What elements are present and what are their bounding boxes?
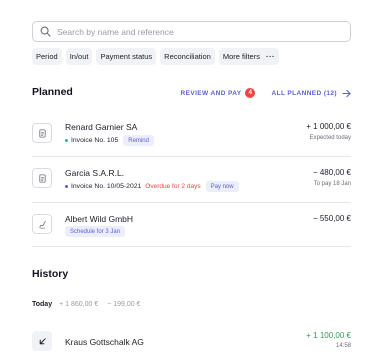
filter-label: Payment status bbox=[100, 52, 153, 61]
arrow-down-left-icon bbox=[39, 337, 46, 344]
pay-now-button[interactable]: Pay now bbox=[205, 181, 239, 192]
due-info: To pay 18 Jan bbox=[313, 181, 351, 187]
amount: − 480,00 € bbox=[312, 168, 351, 177]
transaction-amount: + 1 100,00 € bbox=[306, 331, 351, 340]
counterparty-name: Garcia S.A.R.L. bbox=[65, 168, 125, 178]
arrow-right-icon[interactable] bbox=[342, 89, 351, 98]
document-icon bbox=[38, 128, 46, 138]
filter-label: Period bbox=[36, 52, 58, 61]
review-count-badge: 4 bbox=[245, 88, 256, 98]
today-summary: Today + 1 860,00 € − 199,00 € bbox=[32, 301, 150, 308]
amount: − 550,00 € bbox=[312, 214, 351, 223]
search-icon bbox=[40, 26, 51, 37]
planned-title: Planned bbox=[32, 86, 73, 98]
document-icon bbox=[38, 173, 46, 183]
transaction-icon-box bbox=[32, 331, 52, 351]
invoice-number: Invoice No. 105 bbox=[71, 137, 119, 144]
invoice-number: Invoice No. 10/05-2021 bbox=[71, 183, 142, 190]
filter-bar: Period In/out Payment status Reconciliat… bbox=[32, 48, 279, 65]
signature-icon bbox=[38, 220, 46, 228]
amount: + 1 000,00 € bbox=[306, 122, 351, 131]
counterparty-name: Albert Wild GmbH bbox=[65, 214, 134, 224]
today-label: Today bbox=[32, 301, 53, 308]
document-icon-box bbox=[32, 168, 52, 188]
filter-period[interactable]: Period bbox=[32, 48, 62, 65]
today-incoming: + 1 860,00 € bbox=[59, 301, 99, 308]
status-dot bbox=[65, 185, 68, 188]
filter-in-out[interactable]: In/out bbox=[65, 48, 93, 65]
status-dot bbox=[65, 139, 68, 142]
due-info: Expected today bbox=[309, 135, 351, 141]
invoice-reference: Invoice No. 105 Remind bbox=[65, 135, 154, 146]
search-bar[interactable] bbox=[32, 21, 351, 42]
document-icon-box bbox=[32, 123, 52, 143]
filter-label: More filters bbox=[222, 52, 260, 61]
planned-row[interactable]: Renard Garnier SA Invoice No. 105 Remind… bbox=[32, 111, 351, 157]
search-input[interactable] bbox=[57, 26, 337, 37]
schedule-button[interactable]: Schedule for 3 Jan bbox=[65, 226, 126, 237]
schedule-info: Schedule for 3 Jan bbox=[65, 226, 126, 237]
planned-row[interactable]: Albert Wild GmbH Schedule for 3 Jan − 55… bbox=[32, 203, 351, 247]
filter-label: In/out bbox=[69, 52, 89, 61]
all-planned-link[interactable]: ALL PLANNED (12) bbox=[271, 90, 337, 97]
planned-actions: REVIEW AND PAY 4 ALL PLANNED (12) bbox=[181, 88, 352, 98]
transaction-time: 14:58 bbox=[335, 343, 351, 349]
filter-reconciliation[interactable]: Reconciliation bbox=[160, 48, 215, 65]
filter-payment-status[interactable]: Payment status bbox=[96, 48, 157, 65]
filter-label: Reconciliation bbox=[164, 52, 211, 61]
transaction-name[interactable]: Kraus Gottschalk AG bbox=[65, 337, 144, 347]
history-title: History bbox=[32, 268, 69, 280]
divider bbox=[32, 246, 351, 247]
today-outgoing: − 199,00 € bbox=[107, 301, 141, 308]
remind-button[interactable]: Remind bbox=[123, 135, 154, 146]
overdue-status: Overdue for 2 days bbox=[145, 183, 201, 190]
more-dots-icon: ··· bbox=[265, 52, 275, 61]
planned-row[interactable]: Garcia S.A.R.L. Invoice No. 10/05-2021 O… bbox=[32, 157, 351, 203]
signature-icon-box bbox=[32, 214, 52, 234]
review-and-pay-link[interactable]: REVIEW AND PAY bbox=[181, 90, 242, 97]
invoice-reference: Invoice No. 10/05-2021 Overdue for 2 day… bbox=[65, 181, 239, 192]
counterparty-name: Renard Garnier SA bbox=[65, 122, 138, 132]
filter-more[interactable]: More filters ··· bbox=[218, 48, 279, 65]
